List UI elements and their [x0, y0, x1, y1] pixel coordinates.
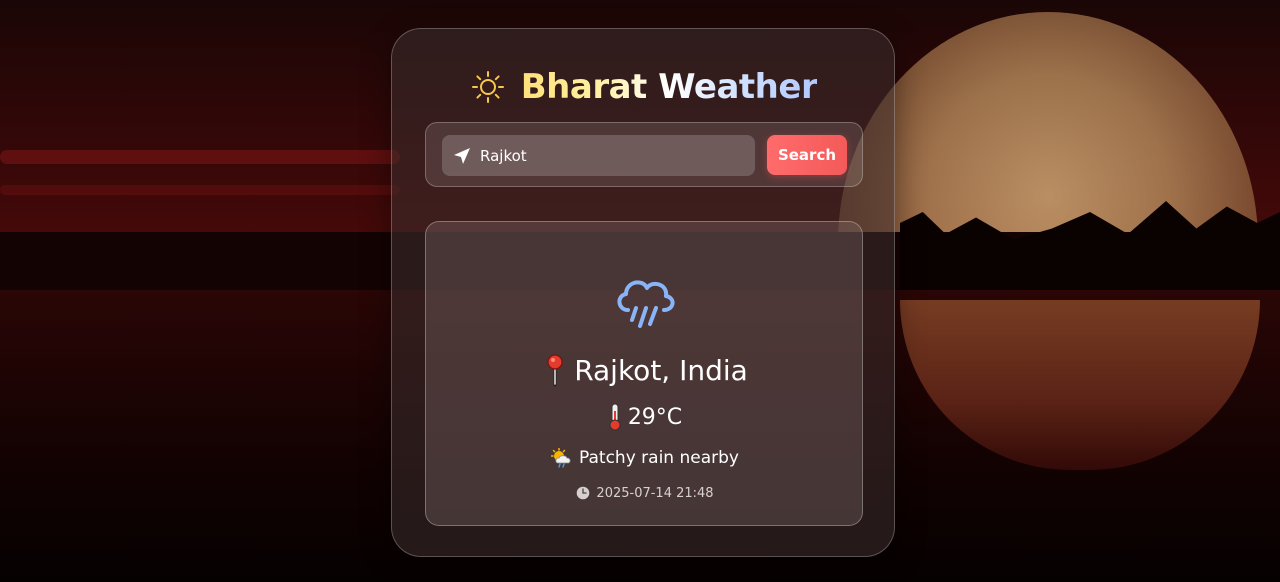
thermometer-icon	[609, 403, 621, 431]
search-bar: Rajkot Search	[425, 122, 863, 187]
temperature-row: 29°C	[426, 402, 864, 432]
temperature-value: 29°C	[627, 404, 683, 430]
timestamp-row: 2025-07-14 21:48	[426, 484, 864, 502]
weather-app-card: Bharat Weather Rajkot Search Rajkot, Ind…	[391, 28, 895, 557]
sun-behind-rain-cloud-icon	[551, 448, 571, 468]
background-cloud-streak	[0, 150, 400, 164]
condition-row: Patchy rain nearby	[426, 446, 864, 470]
header: Bharat Weather	[392, 65, 896, 109]
last-updated-time: 2025-07-14 21:48	[596, 485, 714, 501]
map-pin-icon	[547, 354, 563, 387]
search-button[interactable]: Search	[767, 135, 847, 175]
location-arrow-icon	[454, 147, 470, 164]
sun-icon	[471, 71, 504, 103]
city-name: Rajkot, India	[574, 353, 748, 387]
clock-icon	[577, 486, 590, 500]
search-input-value: Rajkot	[480, 146, 527, 165]
weather-condition: Patchy rain nearby	[579, 448, 739, 468]
location-row: Rajkot, India	[426, 352, 864, 388]
background-cloud-streak	[0, 185, 400, 195]
rain-cloud-icon	[617, 280, 675, 328]
weather-result-card: Rajkot, India 29°C Patchy rain nearby 20…	[425, 221, 863, 526]
app-title: Bharat Weather	[520, 67, 818, 107]
search-input[interactable]: Rajkot	[442, 135, 755, 176]
